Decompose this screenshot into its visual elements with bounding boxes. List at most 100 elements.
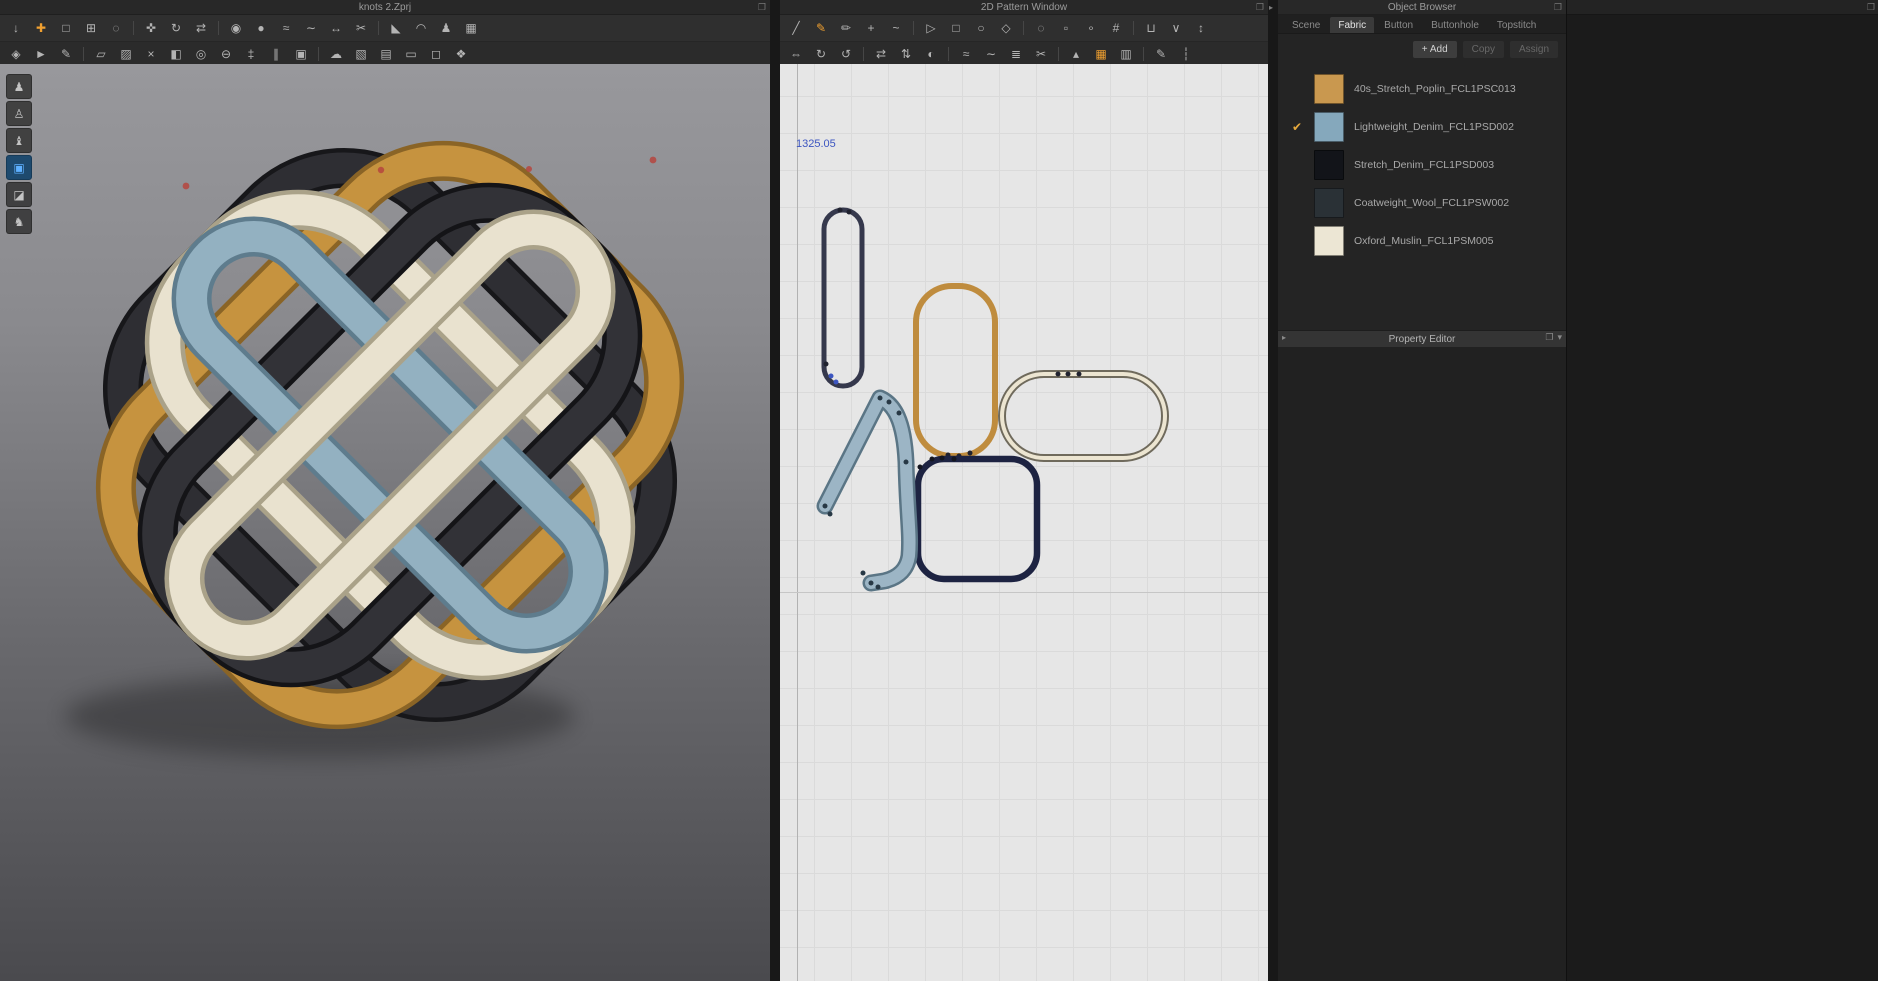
rectangle-tool-icon[interactable]: □ [945,18,967,38]
show-garment-icon[interactable]: ♙ [6,101,32,126]
show-style-line-icon[interactable]: ◪ [6,182,32,207]
box-select-icon[interactable]: □ [55,18,77,38]
float-panel-icon[interactable]: ❐ [1554,1,1562,13]
pick-move-icon[interactable]: ► [30,44,52,64]
fold-icon[interactable]: ◧ [165,44,187,64]
dart-tool-icon[interactable]: ◇ [995,18,1017,38]
simulate-icon[interactable]: ↓ [5,18,27,38]
titlebar-2d[interactable]: 2D Pattern Window ❐ [780,0,1268,15]
float-panel-icon[interactable]: ❐ [1256,1,1264,13]
add-fabric-button[interactable]: + Add [1412,40,1457,58]
toolbar-icon[interactable] [910,20,917,36]
screen-mode-icon[interactable]: ▣ [6,155,32,180]
viewport-3d[interactable]: ♟ ♙ ♝ ▣ ◪ ♞ [0,64,770,981]
show-figure-icon[interactable]: ♞ [6,209,32,234]
lasso-select-icon[interactable]: ◌ [105,18,127,38]
free-sew-icon[interactable]: ∼ [300,18,322,38]
flip-pattern-icon[interactable]: ⇄ [190,18,212,38]
fabric-swatch[interactable] [1314,188,1344,218]
topstitch-icon[interactable]: ∥ [265,44,287,64]
expand-property-editor-icon[interactable]: ▸ [1282,333,1286,342]
tack-on-avatar-icon[interactable]: ● [250,18,272,38]
fabric-row[interactable]: ✔ Lightweight_Denim_FCL1PSD002 [1278,108,1566,146]
steam-icon[interactable]: ☁ [325,44,347,64]
circle-tool-icon[interactable]: ○ [970,18,992,38]
grading-icon[interactable]: ▴ [1065,44,1087,64]
flatten-icon[interactable]: ▭ [400,44,422,64]
collapse-panel-icon[interactable]: ▸ [1269,3,1273,12]
panel-menu-icon[interactable]: ▾ [1557,332,1562,343]
polygon-tool-icon[interactable]: ▷ [920,18,942,38]
rotate-cw-icon[interactable]: ↻ [810,44,832,64]
move-pattern-icon[interactable]: ✜ [140,18,162,38]
colorway-icon[interactable]: ▦ [1090,44,1112,64]
pattern-piece-denim-strip[interactable] [816,389,919,592]
pattern-piece-stretch-denim[interactable] [914,455,1041,583]
grainline-icon[interactable]: ↕ [1190,18,1212,38]
fabric-row[interactable]: ✔ Stretch_Denim_FCL1PSD003 [1278,146,1566,184]
object-browser-tab[interactable]: Button [1376,17,1421,33]
pattern-outline-icon[interactable]: ▱ [90,44,112,64]
internal-rectangle-icon[interactable]: ▫ [1055,18,1077,38]
seam-allowance-icon[interactable]: ⊔ [1140,18,1162,38]
show-avatar-icon[interactable]: ♟ [6,74,32,99]
pattern-piece-wool-strip[interactable] [821,207,865,389]
fabric-swatch[interactable] [1314,74,1344,104]
toolbar-icon[interactable] [315,45,322,62]
buttonhole-icon[interactable]: ⊖ [215,44,237,64]
splitter-2d-browser[interactable]: ▸ [1268,0,1278,981]
wind-icon[interactable]: ◠ [410,18,432,38]
trace-icon[interactable]: # [1105,18,1127,38]
uv-map-icon[interactable]: ◻ [425,44,447,64]
toolbar-icon[interactable] [1140,45,1147,62]
pin-icon[interactable]: ◉ [225,18,247,38]
toolbar-icon[interactable] [375,20,382,36]
toolbar-icon[interactable] [1020,20,1027,36]
avatar-display-icon[interactable]: ♟ [435,18,457,38]
fabric-row[interactable]: ✔ 40s_Stretch_Poplin_FCL1PSC013 [1278,70,1566,108]
solidify-icon[interactable]: ▧ [350,44,372,64]
notch-icon[interactable]: ∨ [1165,18,1187,38]
unfold-icon[interactable]: ◐ [920,44,942,64]
float-panel-icon[interactable]: ❐ [1545,332,1553,343]
fabric-row[interactable]: ✔ Coatweight_Wool_FCL1PSW002 [1278,184,1566,222]
print-layout-icon[interactable]: ▥ [1115,44,1137,64]
toolbar-icon[interactable] [1055,45,1062,62]
toolbar-icon[interactable] [80,45,87,62]
internal-circle-icon[interactable]: ∘ [1080,18,1102,38]
fabric-row[interactable]: ✔ Oxford_Muslin_FCL1PSM005 [1278,222,1566,260]
button-icon[interactable]: ◎ [190,44,212,64]
property-editor-header[interactable]: ▸ Property Editor ❐ ▾ [1278,330,1566,348]
bind-icon[interactable]: ❖ [450,44,472,64]
float-panel-icon[interactable]: ❐ [758,1,766,13]
object-browser-tab[interactable]: Topstitch [1489,17,1544,33]
add-point-icon[interactable]: + [860,18,882,38]
rotate-pattern-icon[interactable]: ↻ [165,18,187,38]
titlebar-object-browser[interactable]: Object Browser ❐ [1278,0,1566,15]
guideline-icon[interactable]: ┆ [1175,44,1197,64]
float-panel-icon[interactable]: ❐ [1867,1,1875,13]
titlebar-3d[interactable]: knots 2.Zprj ❐ [0,0,770,15]
object-browser-tab[interactable]: Scene [1284,17,1328,33]
copy-fabric-button[interactable]: Copy [1462,40,1504,58]
edit-pattern-icon[interactable]: ╱ [785,18,807,38]
internal-polygon-icon[interactable]: ◌ [1030,18,1052,38]
select-move-icon[interactable]: ✚ [30,18,52,38]
fabric-swatch[interactable] [1314,112,1344,142]
edit-sewing-icon[interactable]: ✂ [1030,44,1052,64]
zipper-icon[interactable]: ‡ [240,44,262,64]
object-browser-tab[interactable]: Fabric [1330,17,1375,33]
flip-vertical-icon[interactable]: ⇅ [895,44,917,64]
segment-sew-icon[interactable]: ≈ [275,18,297,38]
shrinkage-icon[interactable]: ▣ [290,44,312,64]
segment-sewing-icon[interactable]: ≈ [955,44,977,64]
edit-curvature-icon[interactable]: ✎ [810,18,832,38]
fabric-swatch[interactable] [1314,150,1344,180]
splitter-3d-2d[interactable] [770,0,780,981]
quilting-icon[interactable]: ▤ [375,44,397,64]
pose-editor-icon[interactable]: ◈ [5,44,27,64]
toolbar-icon[interactable] [945,45,952,62]
free-sewing-icon[interactable]: ∼ [980,44,1002,64]
render-display-icon[interactable]: ▦ [460,18,482,38]
flip-horizontal-icon[interactable]: ⇄ [870,44,892,64]
